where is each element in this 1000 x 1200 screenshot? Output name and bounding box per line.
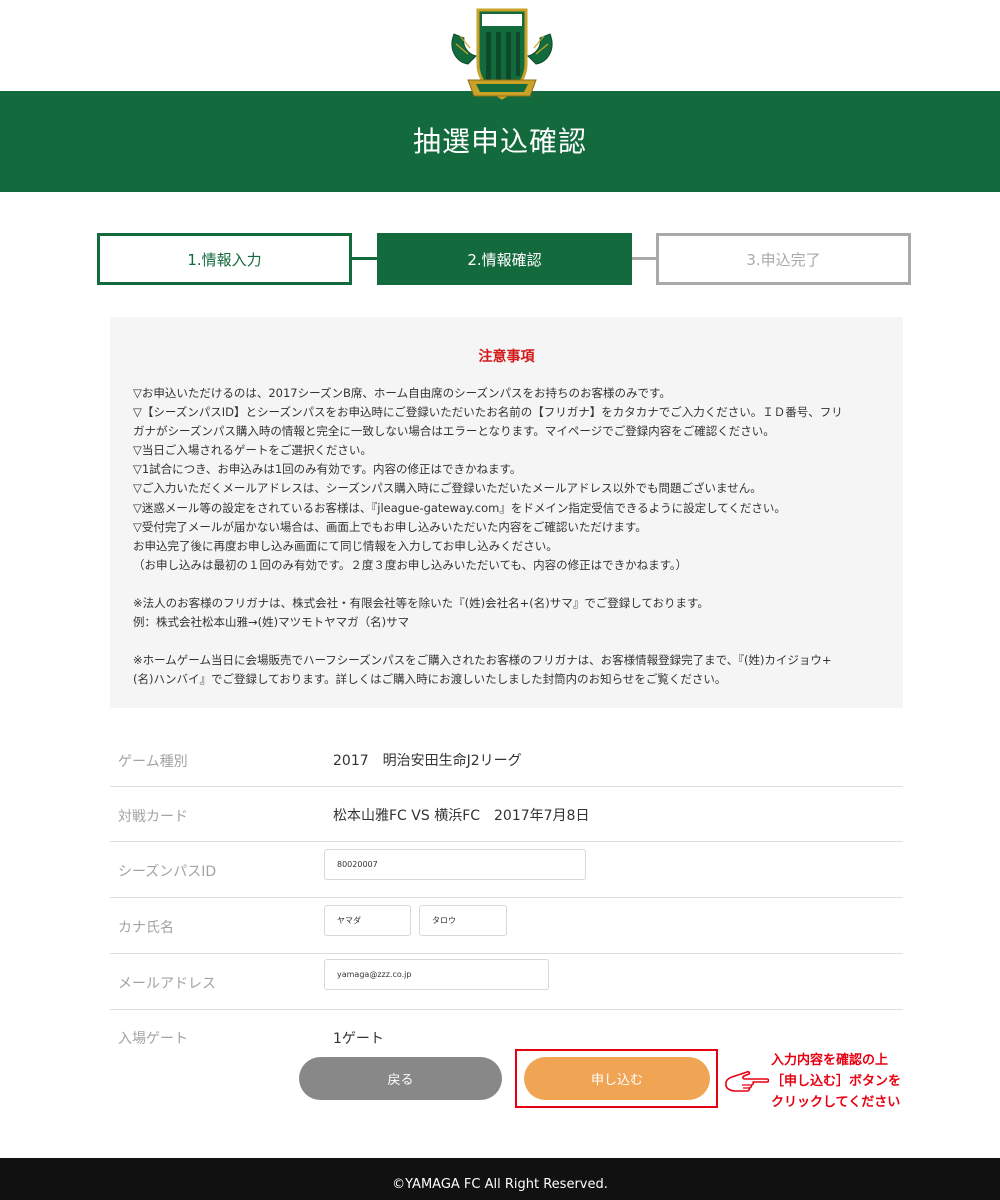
notice-line: お申込完了後に再度お申し込み画面にて同じ情報を入力してお申し込みください。 bbox=[133, 538, 558, 553]
notice-line: （お申し込みは最初の１回のみ有効です。２度３度お申し込みいただいても、内容の修正… bbox=[133, 557, 688, 572]
game-type-value: 2017 明治安田生命J2リーグ bbox=[333, 753, 522, 769]
row-kana-name: カナ氏名 ヤマダ タロウ bbox=[110, 898, 903, 954]
notice-body: ▽お申込いただけるのは、2017シーズンB席、ホーム自由席のシーズンパスをお持ち… bbox=[133, 384, 898, 689]
notice-box: 注意事項 ▽お申込いただけるのは、2017シーズンB席、ホーム自由席のシーズンパ… bbox=[110, 317, 903, 708]
step-info-input: 1.情報入力 bbox=[97, 233, 352, 285]
annotation-line: クリックしてください bbox=[771, 1095, 901, 1110]
email-label: メールアドレス bbox=[118, 976, 216, 992]
step-indicator: 1.情報入力 2.情報確認 3.申込完了 bbox=[97, 233, 911, 285]
footer: ©YAMAGA FC All Right Reserved. bbox=[0, 1158, 1000, 1200]
row-season-pass-id: シーズンパスID 80020007 bbox=[110, 842, 903, 898]
match-card-label: 対戦カード bbox=[118, 809, 188, 825]
notice-line: ▽迷惑メール等の設定をされているお客様は、『jleague-gateway.co… bbox=[133, 500, 786, 515]
pointing-hand-icon bbox=[725, 1070, 769, 1092]
kana-name-label: カナ氏名 bbox=[118, 920, 174, 936]
annotation-line: ［申し込む］ボタンを bbox=[771, 1074, 902, 1089]
step-connector bbox=[352, 257, 377, 260]
apply-button[interactable]: 申し込む bbox=[524, 1057, 710, 1100]
instruction-annotation: 入力内容を確認の上 ［申し込む］ボタンを クリックしてください bbox=[771, 1050, 941, 1113]
notice-line: ※法人のお客様のフリガナは、株式会社・有限会社等を除いた『(姓)会社名+(名)サ… bbox=[133, 595, 709, 610]
notice-spacer bbox=[133, 632, 898, 651]
email-field[interactable]: yamaga@zzz.co.jp bbox=[324, 959, 549, 990]
gate-label: 入場ゲート bbox=[118, 1031, 188, 1047]
notice-line: ▽受付完了メールが届かない場合は、画面上でもお申し込みいただいた内容をご確認いた… bbox=[133, 519, 647, 534]
notice-spacer bbox=[133, 575, 898, 594]
notice-line: ▽1試合につき、お申込みは1回のみ有効です。内容の修正はできかねます。 bbox=[133, 462, 522, 477]
step-info-confirm: 2.情報確認 bbox=[377, 233, 632, 285]
row-email: メールアドレス yamaga@zzz.co.jp bbox=[110, 954, 903, 1010]
annotation-line: 入力内容を確認の上 bbox=[771, 1053, 889, 1068]
gate-value: 1ゲート bbox=[333, 1031, 384, 1047]
kana-last-name-field[interactable]: ヤマダ bbox=[324, 905, 411, 936]
step-complete: 3.申込完了 bbox=[656, 233, 911, 285]
match-card-value: 松本山雅FC VS 横浜FC 2017年7月8日 bbox=[333, 808, 590, 824]
club-crest-logo bbox=[451, 8, 553, 100]
notice-line: (名)ハンバイ』でご登録しております。詳しくはご購入時にお渡しいたしました封筒内… bbox=[133, 672, 727, 687]
season-pass-id-field[interactable]: 80020007 bbox=[324, 849, 586, 880]
row-game-type: ゲーム種別 2017 明治安田生命J2リーグ bbox=[110, 732, 903, 787]
notice-line: ▽当日ご入場されるゲートをご選択ください。 bbox=[133, 443, 372, 458]
copyright-text: ©YAMAGA FC All Right Reserved. bbox=[392, 1177, 608, 1192]
page-title: 抽選申込確認 bbox=[412, 125, 587, 158]
notice-line: ▽【シーズンパスID】とシーズンパスをお申込時にご登録いただいたお名前の【フリガ… bbox=[133, 405, 843, 420]
notice-line: 例：株式会社松本山雅→(姓)マツモトヤマガ（名)サマ bbox=[133, 615, 410, 630]
game-type-label: ゲーム種別 bbox=[118, 754, 188, 770]
kana-first-name-field[interactable]: タロウ bbox=[419, 905, 507, 936]
row-match-card: 対戦カード 松本山雅FC VS 横浜FC 2017年7月8日 bbox=[110, 787, 903, 842]
notice-line: ※ホームゲーム当日に会場販売でハーフシーズンパスをご購入されたお客様のフリガナは… bbox=[133, 653, 832, 668]
season-pass-id-label: シーズンパスID bbox=[118, 864, 217, 880]
notice-line: ▽お申込いただけるのは、2017シーズンB席、ホーム自由席のシーズンパスをお持ち… bbox=[133, 386, 671, 400]
back-button[interactable]: 戻る bbox=[299, 1057, 502, 1100]
notice-line: ガナがシーズンパス購入時の情報と完全に一致しない場合はエラーとなります。マイペー… bbox=[133, 424, 775, 439]
row-gate: 入場ゲート 1ゲート bbox=[110, 1010, 903, 1050]
step-connector bbox=[632, 257, 656, 260]
notice-title: 注意事項 bbox=[478, 349, 535, 365]
notice-line: ▽ご入力いただくメールアドレスは、シーズンパス購入時にご登録いただいたメールアド… bbox=[133, 481, 762, 496]
